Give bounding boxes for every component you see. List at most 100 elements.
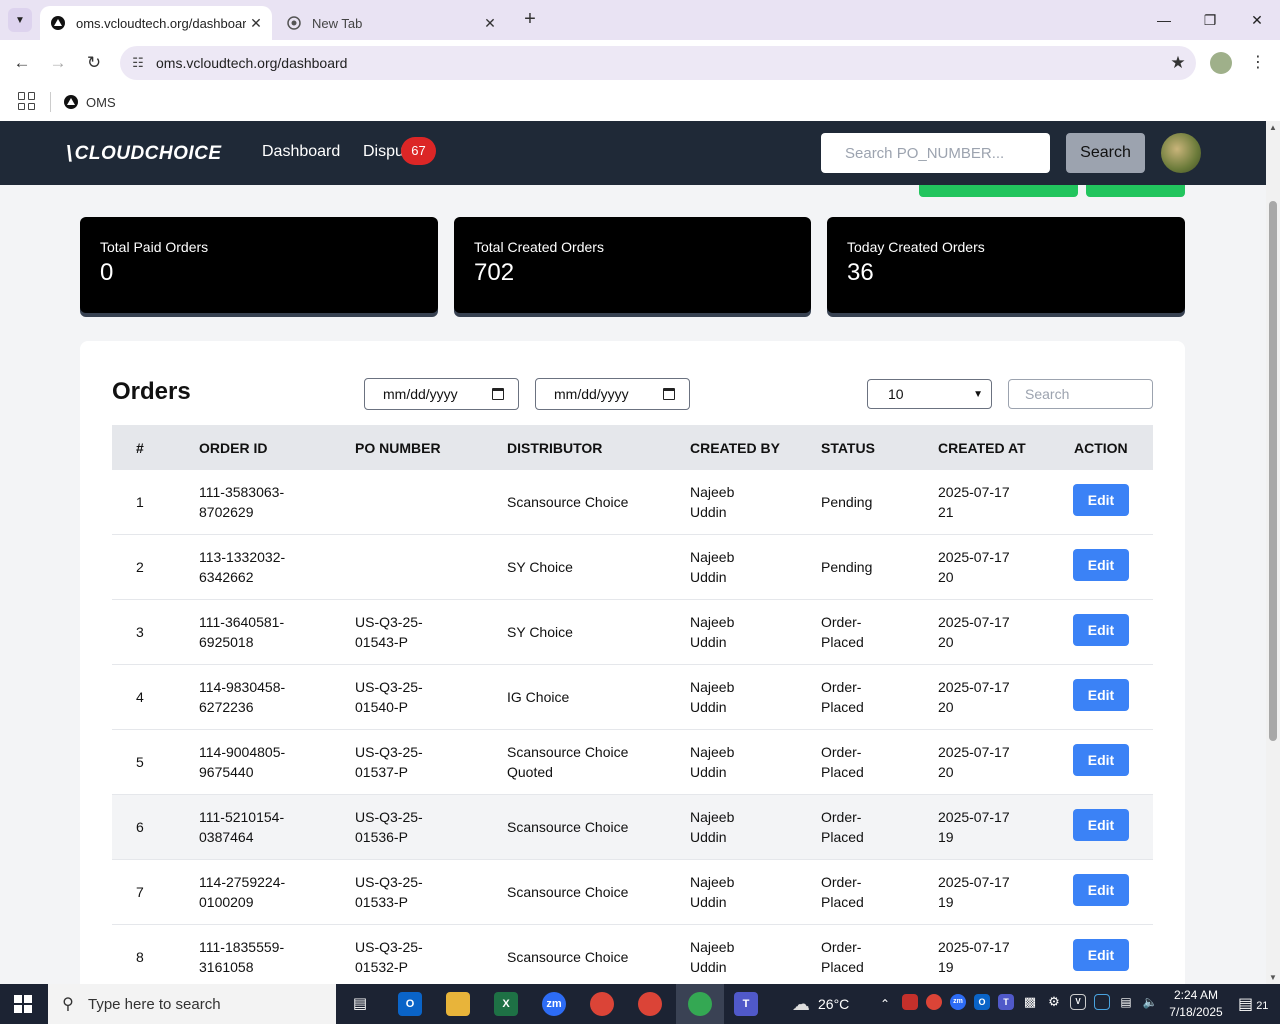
stat-label: Total Paid Orders: [100, 239, 209, 255]
cell-created-at-line: 19: [938, 829, 954, 845]
notification-center[interactable]: ▤ 21: [1238, 994, 1268, 1014]
cell-created-at: 2025-07-17 19: [938, 937, 1010, 977]
apps-grid-icon[interactable]: [18, 92, 36, 110]
display-tray-icon[interactable]: [1094, 994, 1110, 1010]
nav-dashboard[interactable]: Dashboard: [262, 143, 340, 161]
cell-created-by-line: Najeeb: [690, 939, 735, 955]
site-info-icon[interactable]: ☷: [120, 55, 156, 71]
acrobat-tray-icon[interactable]: [902, 994, 918, 1010]
teams-icon[interactable]: T: [734, 992, 758, 1016]
cell-index: 8: [136, 947, 144, 967]
brand-logo[interactable]: \ CLOUDCHOICE: [66, 141, 222, 167]
search-button[interactable]: Search: [1066, 133, 1145, 173]
vpn-tray-icon[interactable]: V: [1070, 994, 1086, 1010]
cell-status-line: Placed: [821, 764, 864, 780]
tab-title: oms.vcloudtech.org/dashboard: [76, 15, 246, 31]
user-avatar[interactable]: [1161, 133, 1201, 173]
restore-icon[interactable]: ❐: [1187, 8, 1233, 32]
scroll-up-icon[interactable]: ▲: [1269, 123, 1277, 132]
nav-disputes[interactable]: Dispu: [363, 143, 404, 161]
cell-order-id: 114-9004805- 9675440: [199, 742, 285, 782]
cell-po-number: US-Q3-25- 01532-P: [355, 937, 423, 977]
per-page-select[interactable]: 10 ▼: [867, 379, 992, 409]
task-view-icon[interactable]: ▤: [348, 992, 372, 1016]
cell-distributor: Scansource Choice: [507, 882, 628, 902]
edit-button[interactable]: Edit: [1073, 939, 1129, 971]
cell-distributor: Scansource Choice Quoted: [507, 742, 628, 782]
edit-button[interactable]: Edit: [1073, 744, 1129, 776]
forward-arrow-icon[interactable]: →: [45, 50, 71, 76]
browser-menu-icon[interactable]: ⋮: [1248, 50, 1268, 76]
date-from-input[interactable]: mm/dd/yyyy: [364, 378, 519, 410]
tab-new-tab[interactable]: New Tab ✕: [276, 6, 506, 40]
calendar-icon[interactable]: [663, 388, 675, 400]
chrome-tray-icon[interactable]: [926, 994, 942, 1010]
cell-status-line: Pending: [821, 559, 873, 575]
brand-name: CLOUDCHOICE: [74, 143, 222, 164]
profile-avatar-icon[interactable]: [1210, 52, 1232, 74]
edit-button[interactable]: Edit: [1073, 809, 1129, 841]
cell-created-at: 2025-07-17 19: [938, 807, 1010, 847]
cell-po-number-line: 01533-P: [355, 894, 408, 910]
taskbar-clock[interactable]: 2:24 AM 7/18/2025: [1166, 987, 1226, 1021]
file-explorer-icon[interactable]: [446, 992, 470, 1016]
cell-po-number-line: 01537-P: [355, 764, 408, 780]
chrome-profile-icon[interactable]: [638, 992, 662, 1016]
table-row: 4 114-9830458- 6272236 US-Q3-25- 01540-P IG C…: [112, 665, 1153, 730]
teams-tray-icon[interactable]: T: [998, 994, 1014, 1010]
tab-search-chevron-icon[interactable]: ▼: [8, 8, 32, 32]
cell-order-id-line: 6342662: [199, 569, 254, 585]
date-to-input[interactable]: mm/dd/yyyy: [535, 378, 690, 410]
cell-order-id-line: 111-1835559-: [199, 939, 285, 955]
edit-button[interactable]: Edit: [1073, 549, 1129, 581]
chrome-icon[interactable]: [590, 992, 614, 1016]
window-close-icon[interactable]: ✕: [1234, 8, 1280, 32]
windows-start-icon[interactable]: [14, 995, 32, 1013]
close-tab-icon[interactable]: ✕: [246, 15, 266, 32]
outlook-icon[interactable]: O: [398, 992, 422, 1016]
zoom-tray-icon[interactable]: zm: [950, 994, 966, 1010]
cell-order-id-line: 8702629: [199, 504, 254, 520]
scroll-down-icon[interactable]: ▼: [1269, 973, 1277, 982]
cell-po-number-line: US-Q3-25-: [355, 939, 423, 955]
close-tab-icon[interactable]: ✕: [480, 15, 500, 32]
cell-status: Pending: [821, 557, 872, 577]
outlook-tray-icon[interactable]: O: [974, 994, 990, 1010]
edit-button[interactable]: Edit: [1073, 679, 1129, 711]
chrome-favicon-icon: [286, 15, 302, 31]
po-number-search-input[interactable]: [821, 133, 1050, 173]
calendar-icon[interactable]: [492, 388, 504, 400]
zoom-icon[interactable]: zm: [542, 992, 566, 1016]
orders-search-input[interactable]: [1008, 379, 1153, 409]
page-scrollbar[interactable]: ▲ ▼: [1266, 121, 1280, 984]
volume-icon[interactable]: 🔈: [1142, 994, 1158, 1010]
edit-button[interactable]: Edit: [1073, 484, 1129, 516]
bookmark-star-icon[interactable]: ★: [1160, 53, 1196, 73]
reload-icon[interactable]: ↻: [81, 50, 107, 76]
security-tray-icon[interactable]: ⚙: [1046, 994, 1062, 1010]
scrollbar-thumb[interactable]: [1269, 201, 1277, 741]
minimize-icon[interactable]: —: [1141, 8, 1187, 32]
cell-created-by-line: Uddin: [690, 764, 727, 780]
edit-button[interactable]: Edit: [1073, 874, 1129, 906]
cell-po-number-line: US-Q3-25-: [355, 679, 423, 695]
back-arrow-icon[interactable]: ←: [9, 50, 35, 76]
cell-distributor: Scansource Choice: [507, 492, 628, 512]
taskbar-search[interactable]: ⚲ Type here to search: [48, 984, 336, 1024]
wifi-icon[interactable]: ▤: [1118, 994, 1134, 1010]
cell-status-line: Placed: [821, 894, 864, 910]
show-hidden-icons-icon[interactable]: ⌃: [880, 984, 890, 1024]
weather-widget[interactable]: ☁ 26°C: [792, 984, 849, 1024]
url-text[interactable]: oms.vcloudtech.org/dashboard: [156, 55, 1160, 71]
new-tab-plus-icon[interactable]: +: [518, 8, 542, 32]
chrome-active-icon[interactable]: [688, 992, 712, 1016]
network-tray-icon[interactable]: ▩: [1022, 994, 1038, 1010]
cell-created-by: Najeeb Uddin: [690, 872, 734, 912]
edit-button[interactable]: Edit: [1073, 614, 1129, 646]
bookmark-oms[interactable]: OMS: [64, 90, 116, 114]
oms-logo-icon: [64, 95, 78, 109]
excel-icon[interactable]: X: [494, 992, 518, 1016]
bookmark-label: OMS: [86, 94, 116, 110]
address-bar[interactable]: ☷ oms.vcloudtech.org/dashboard ★: [120, 46, 1196, 80]
tab-dashboard[interactable]: oms.vcloudtech.org/dashboard ✕: [40, 6, 272, 40]
